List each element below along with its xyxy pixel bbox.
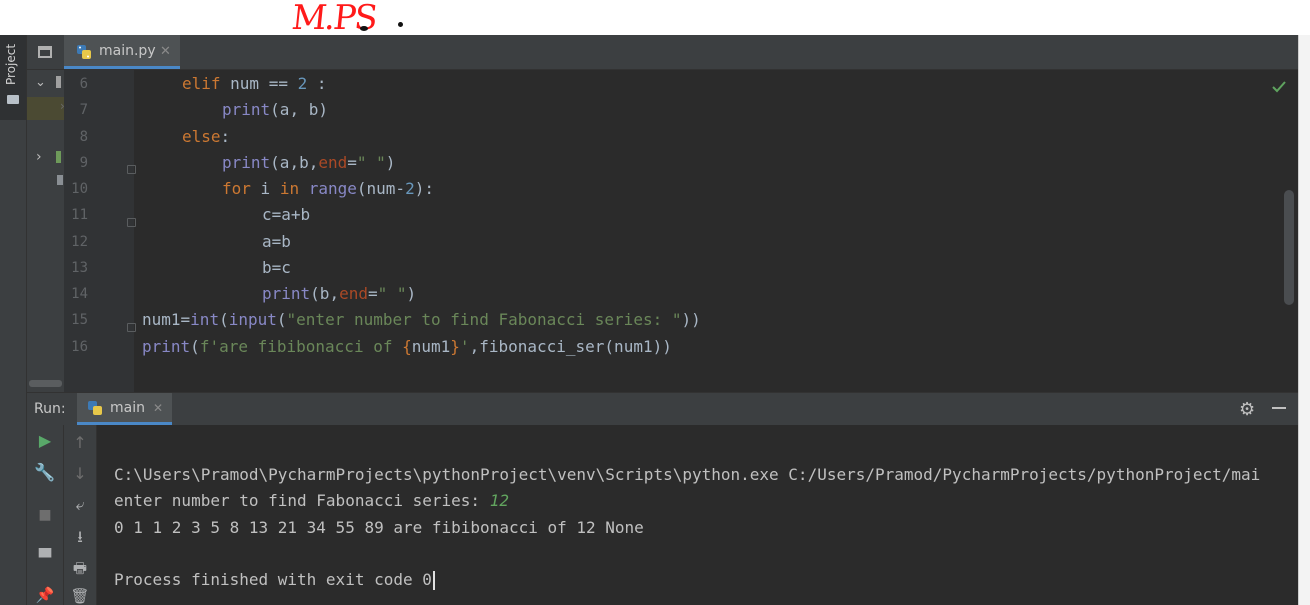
console-prompt-line: enter number to find Fabonacci series: 1… [114, 491, 509, 510]
editor-scrollbar-thumb[interactable] [1284, 190, 1294, 305]
code-line: elif num == 2 : [182, 74, 327, 93]
run-console[interactable]: ▶ 🔧 ■ ▀ 📌 ↑ ↓ ⤶ ⭳ 🖶 🗑 C:\Users\Pramod\Py… [27, 425, 1298, 605]
console-user-input: 12 [489, 491, 509, 510]
code-line: print(a,b,end=" ") [222, 153, 396, 172]
close-icon[interactable]: ✕ [153, 401, 163, 415]
pin-icon[interactable]: 📌 [29, 586, 61, 604]
python-file-icon [77, 45, 91, 59]
inspection-ok-icon[interactable] [1271, 79, 1287, 95]
screenshot-right-margin [1298, 35, 1310, 605]
line-number: 16 [71, 339, 88, 355]
fold-marker[interactable] [127, 218, 136, 227]
code-line: for i in range(num-2): [222, 179, 434, 198]
console-toolbar: ↑ ↓ ⤶ ⭳ 🖶 🗑 [64, 425, 97, 605]
tab-label: main.py [99, 43, 156, 59]
line-number: 6 [79, 76, 88, 92]
rerun-icon[interactable]: ▶ [29, 431, 61, 450]
line-number: 12 [71, 234, 88, 250]
minimize-icon[interactable] [1272, 407, 1286, 409]
python-icon [88, 401, 102, 415]
arrow-up-icon[interactable]: ↑ [64, 433, 96, 452]
chevron-right-icon[interactable]: › [36, 149, 42, 165]
arrow-down-icon[interactable]: ↓ [64, 464, 96, 483]
console-output-line: 0 1 1 2 3 5 8 13 21 34 55 89 are fibibon… [114, 518, 644, 537]
code-line: b=c [262, 258, 291, 277]
code-line: print(b,end=" ") [262, 284, 417, 303]
tab-main-py[interactable]: main.py ✕ [64, 35, 180, 69]
trash-icon[interactable]: 🗑 [64, 587, 96, 605]
editor-layout-icon[interactable] [38, 46, 52, 58]
editor-tabs-bar [27, 35, 1298, 70]
left-tool-stripe: Project [0, 35, 27, 605]
line-number: 9 [79, 155, 88, 171]
line-number: 7 [79, 102, 88, 118]
line-number: 14 [71, 286, 88, 302]
code-line: print(a, b) [222, 100, 328, 119]
folder-icon [7, 95, 19, 104]
annotation-mark [360, 26, 368, 31]
console-command-line: C:\Users\Pramod\PycharmProjects\pythonPr… [114, 465, 1261, 484]
line-number: 15 [71, 312, 88, 328]
run-toolbar: ▶ 🔧 ■ ▀ 📌 [27, 425, 64, 605]
code-line: a=b [262, 232, 291, 251]
line-number: 13 [71, 260, 88, 276]
run-tab-label: main [110, 400, 145, 416]
code-line: print(f'are fibibonacci of {num1}',fibon… [142, 337, 672, 356]
console-exit-line: Process finished with exit code 0 [114, 570, 435, 590]
text-caret [432, 571, 435, 590]
layout-icon[interactable]: ▀ [29, 548, 61, 567]
pycharm-window: Project ⌄ › › main.py ✕ 6 7 8 9 10 11 12… [0, 35, 1298, 605]
scroll-to-end-icon[interactable]: ⭳ [64, 526, 96, 553]
run-tab-main[interactable]: main ✕ [77, 393, 172, 425]
code-editor[interactable]: 6 7 8 9 10 11 12 13 14 15 16 elif num ==… [64, 70, 1298, 392]
code-line: c=a+b [262, 205, 311, 224]
scratches-icon [57, 175, 63, 185]
screenshot-top-margin [0, 0, 1310, 35]
run-label: Run: [34, 401, 66, 417]
stop-icon[interactable]: ■ [29, 507, 61, 523]
line-number: 10 [71, 181, 88, 197]
gear-icon[interactable]: ⚙ [1239, 399, 1255, 420]
wrench-icon[interactable]: 🔧 [29, 463, 61, 483]
fold-marker[interactable] [127, 165, 136, 174]
project-scroll-thumb[interactable] [29, 380, 62, 387]
code-line: else: [182, 127, 231, 146]
run-tool-window-header: Run: main ✕ ⚙ [27, 392, 1298, 425]
soft-wrap-icon[interactable]: ⤶ [64, 495, 96, 515]
project-tree-selected-row[interactable] [27, 97, 64, 120]
fold-marker[interactable] [127, 323, 136, 332]
project-root-icon [56, 76, 61, 88]
close-icon[interactable]: ✕ [160, 44, 171, 59]
project-tool-tab[interactable]: Project [0, 35, 26, 120]
chevron-down-icon[interactable]: ⌄ [35, 75, 46, 90]
project-tool-label: Project [4, 43, 18, 85]
line-number: 11 [71, 207, 88, 223]
library-icon [56, 151, 61, 163]
annotation-dot [398, 22, 403, 27]
print-icon[interactable]: 🖶 [64, 558, 96, 583]
code-line: num1=int(input("enter number to find Fab… [142, 310, 701, 329]
line-number: 8 [79, 129, 88, 145]
